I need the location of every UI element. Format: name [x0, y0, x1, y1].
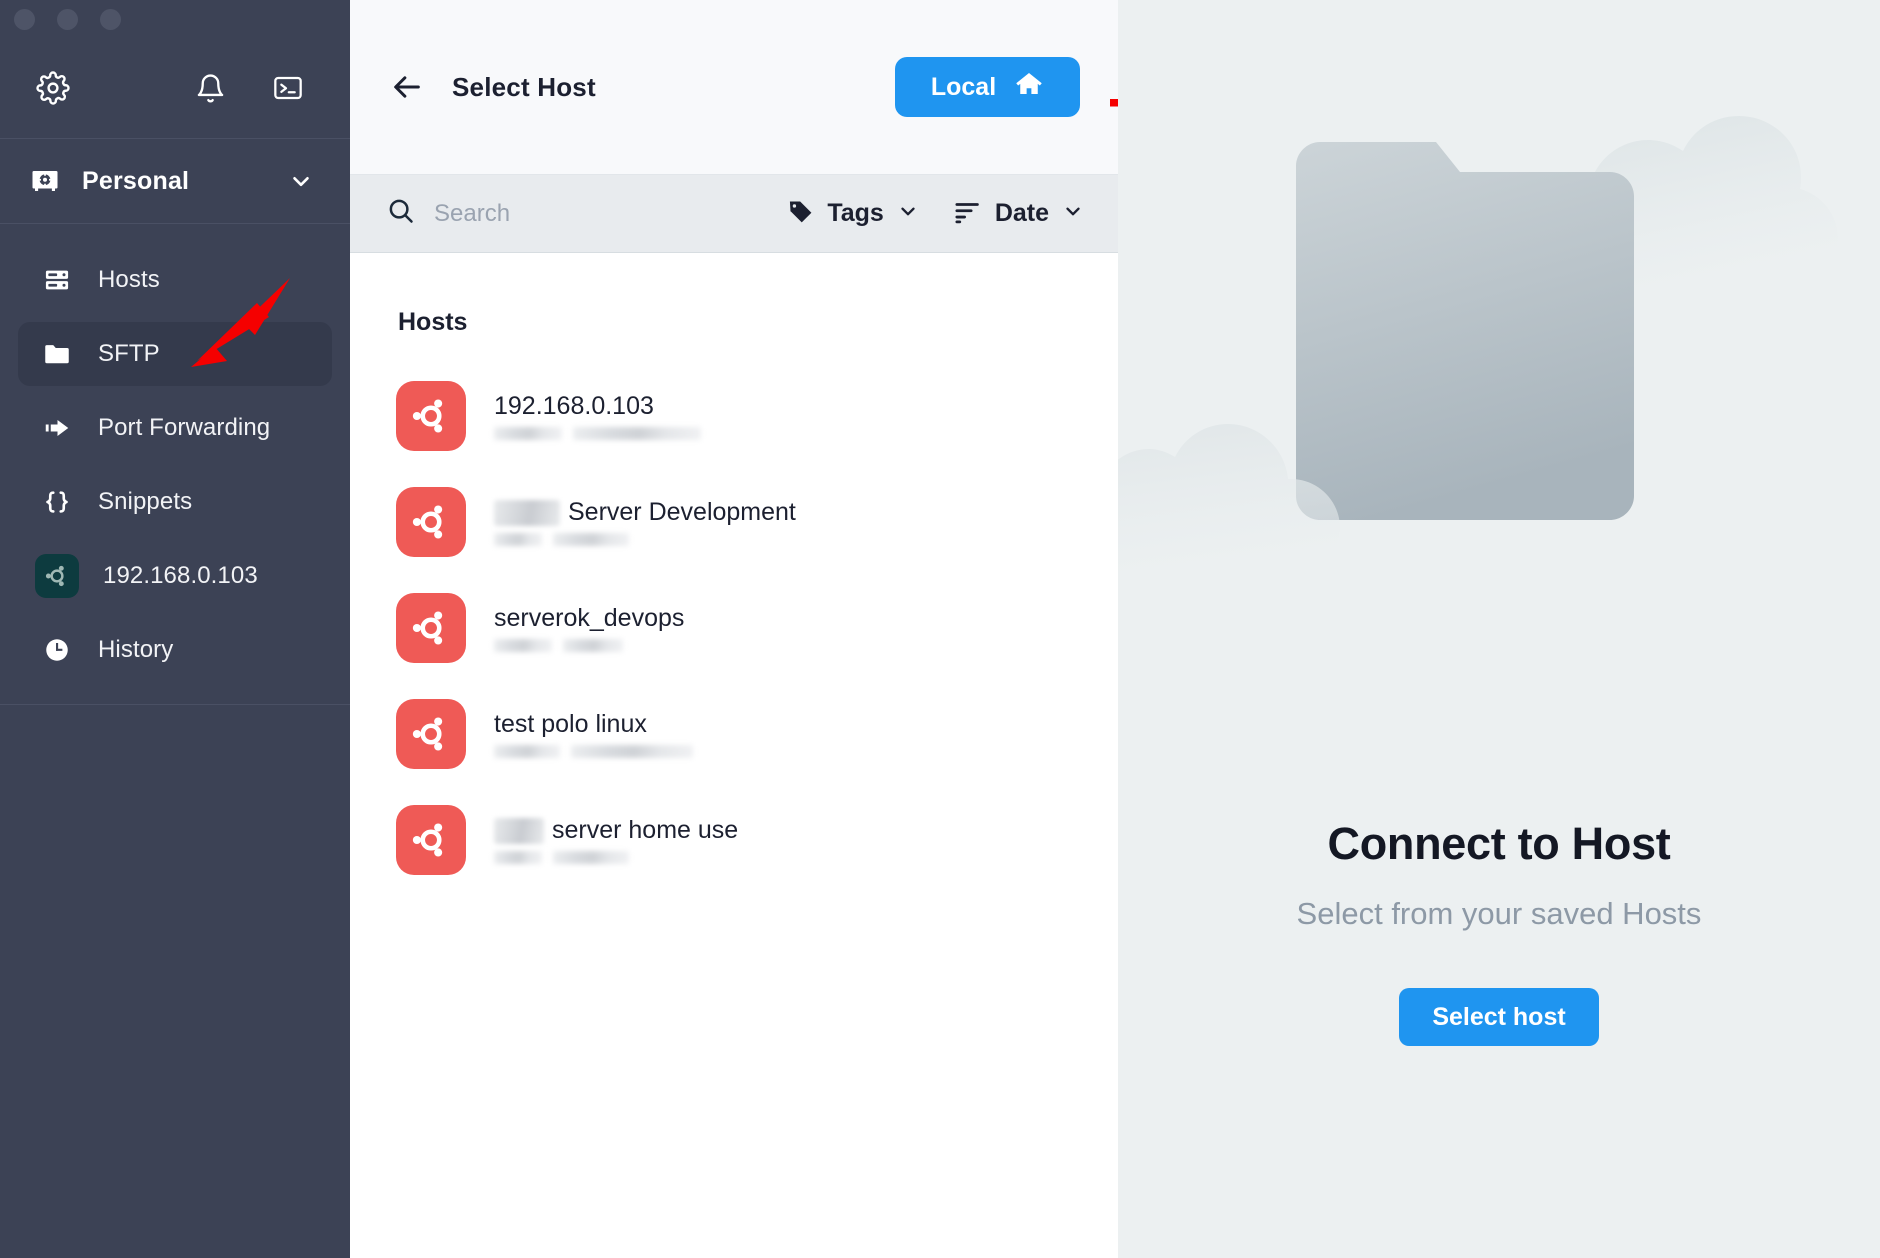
app-window: Personal Hosts SFTP Port Forwarding Snip… — [0, 0, 1880, 1258]
window-minimize-button[interactable] — [57, 8, 78, 30]
ubuntu-icon — [396, 487, 466, 557]
search-field[interactable] — [386, 196, 754, 231]
sidebar-divider-bottom — [0, 704, 350, 705]
vault-icon — [30, 166, 60, 196]
redacted-host-address — [494, 639, 684, 652]
chevron-down-icon — [1062, 200, 1084, 227]
clock-icon — [40, 633, 74, 667]
chevron-down-icon[interactable] — [288, 168, 314, 194]
filter-bar: Tags Date — [350, 175, 1118, 253]
ubuntu-icon — [396, 381, 466, 451]
select-host-panel: Select Host Local Search Tags Date Hosts… — [350, 0, 1238, 1258]
sort-filter-button[interactable]: Date — [953, 197, 1084, 231]
host-name-text: server home use — [552, 816, 739, 844]
connect-title: Connect to Host — [1327, 818, 1671, 869]
ubuntu-icon — [35, 554, 79, 598]
redacted-host-address — [494, 851, 738, 864]
sidebar-item-label: 192.168.0.103 — [103, 562, 258, 589]
local-button[interactable]: Local — [895, 57, 1080, 117]
redacted-host-address — [494, 427, 701, 440]
sidebar-item-sftp[interactable]: SFTP — [18, 322, 332, 386]
host-list-section-title: Hosts — [398, 308, 468, 336]
host-name: server home use — [494, 816, 738, 845]
window-traffic-lights — [0, 0, 350, 38]
host-name: 192.168.0.103 — [494, 392, 654, 420]
sidebar-item-label: SFTP — [98, 340, 160, 367]
sidebar-item-snippets[interactable]: Snippets — [18, 470, 332, 534]
connect-to-host-panel: Connect to Host Select from your saved H… — [1118, 0, 1880, 1258]
window-close-button[interactable] — [14, 8, 35, 30]
redacted-host-name-prefix — [494, 817, 544, 844]
ubuntu-icon — [396, 805, 466, 875]
search-input[interactable] — [434, 199, 754, 228]
sidebar: Personal Hosts SFTP Port Forwarding Snip… — [0, 0, 350, 1258]
list-item-text: test polo linux — [494, 710, 693, 758]
connect-to-host-content: Connect to Host Select from your saved H… — [1118, 0, 1880, 1258]
tags-filter-label: Tags — [827, 199, 884, 227]
sidebar-item-host-192-168-0-103[interactable]: 192.168.0.103 — [18, 544, 332, 608]
port-forward-icon — [40, 411, 74, 445]
braces-icon — [40, 485, 74, 519]
panel-header: Select Host Local — [350, 0, 1118, 175]
server-icon — [40, 263, 74, 297]
select-host-button[interactable]: Select host — [1399, 988, 1599, 1046]
host-list: Hosts 192.168.0.103 Server Development s… — [350, 253, 1118, 1258]
connect-subtitle: Select from your saved Hosts — [1296, 896, 1702, 931]
list-item-text: server home use — [494, 816, 738, 864]
settings-icon[interactable] — [36, 71, 70, 105]
workspace-selector[interactable]: Personal — [0, 139, 350, 223]
sidebar-item-label: Port Forwarding — [98, 414, 271, 441]
sidebar-item-label: History — [98, 636, 174, 663]
list-item[interactable]: serverok_devops — [350, 575, 1118, 681]
ubuntu-icon — [396, 699, 466, 769]
folder-icon — [40, 337, 74, 371]
sort-filter-label: Date — [994, 199, 1049, 227]
list-item[interactable]: Server Development — [350, 469, 1118, 575]
home-icon — [1014, 69, 1044, 106]
ubuntu-icon — [396, 593, 466, 663]
sidebar-toolbar — [0, 38, 350, 138]
host-name: test polo linux — [494, 710, 647, 738]
sidebar-item-label: Hosts — [98, 266, 160, 293]
arrow-left-icon[interactable] — [386, 66, 428, 108]
redacted-host-name-prefix — [494, 499, 560, 526]
list-item-text: Server Development — [494, 498, 796, 546]
local-button-label: Local — [930, 72, 997, 101]
sidebar-item-label: Snippets — [98, 488, 193, 515]
tag-icon — [787, 198, 814, 230]
window-zoom-button[interactable] — [100, 8, 121, 30]
page-title: Select Host — [452, 71, 596, 102]
list-item[interactable]: 192.168.0.103 — [350, 363, 1118, 469]
chevron-down-icon — [897, 200, 919, 227]
search-icon — [386, 196, 416, 231]
sort-icon — [953, 197, 982, 231]
list-item-text: 192.168.0.103 — [494, 392, 701, 440]
host-name: serverok_devops — [494, 604, 685, 632]
terminal-icon[interactable] — [272, 72, 304, 104]
workspace-name: Personal — [82, 166, 190, 195]
host-name: Server Development — [494, 498, 796, 527]
bell-icon[interactable] — [195, 73, 226, 104]
redacted-host-address — [494, 745, 693, 758]
list-item[interactable]: server home use — [350, 787, 1118, 893]
list-item-text: serverok_devops — [494, 604, 684, 652]
sidebar-nav: Hosts SFTP Port Forwarding Snippets 192.… — [0, 224, 350, 705]
host-name-text: Server Development — [568, 498, 796, 526]
sidebar-item-hosts[interactable]: Hosts — [18, 248, 332, 312]
tags-filter-button[interactable]: Tags — [787, 198, 919, 230]
sidebar-item-port-forwarding[interactable]: Port Forwarding — [18, 396, 332, 460]
list-item[interactable]: test polo linux — [350, 681, 1118, 787]
redacted-host-address — [494, 533, 796, 546]
sidebar-item-history[interactable]: History — [18, 618, 332, 682]
